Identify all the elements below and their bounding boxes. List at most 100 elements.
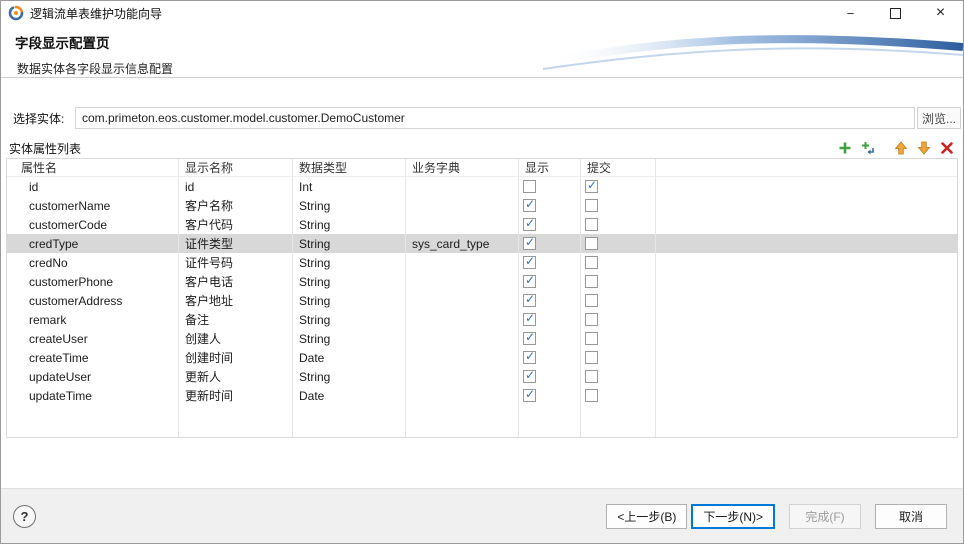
business-dict-cell	[406, 177, 519, 196]
column-header[interactable]: 数据类型	[293, 159, 406, 177]
show-checkbox[interactable]	[523, 256, 536, 269]
submit-checkbox[interactable]	[585, 199, 598, 212]
table-row[interactable]: customerCode客户代码String	[7, 215, 957, 234]
submit-checkbox[interactable]	[585, 256, 598, 269]
table-row[interactable]: createTime创建时间Date	[7, 348, 957, 367]
move-up-icon[interactable]	[893, 140, 909, 156]
show-checkbox[interactable]	[523, 180, 536, 193]
empty-cell	[7, 405, 179, 437]
page-subtitle: 数据实体各字段显示信息配置	[1, 52, 963, 77]
empty-cell	[656, 196, 957, 215]
cancel-button[interactable]: 取消	[875, 504, 947, 529]
show-checkbox[interactable]	[523, 218, 536, 231]
show-checkbox[interactable]	[523, 237, 536, 250]
empty-cell	[656, 405, 957, 437]
wizard-banner: 字段显示配置页 数据实体各字段显示信息配置	[1, 25, 963, 78]
empty-cell	[406, 405, 519, 437]
submit-checkbox-cell	[581, 310, 656, 329]
empty-cell	[656, 253, 957, 272]
add-icon[interactable]	[837, 140, 853, 156]
business-dict-cell	[406, 291, 519, 310]
data-type-cell: String	[293, 367, 406, 386]
column-header[interactable]: 显示	[519, 159, 581, 177]
data-type-cell: String	[293, 291, 406, 310]
empty-cell	[656, 348, 957, 367]
show-checkbox-cell	[519, 234, 581, 253]
business-dict-cell	[406, 196, 519, 215]
column-header[interactable]: 属性名	[7, 159, 179, 177]
display-name-cell: 证件号码	[179, 253, 293, 272]
show-checkbox-cell	[519, 196, 581, 215]
submit-checkbox[interactable]	[585, 294, 598, 307]
table-row[interactable]: customerName客户名称String	[7, 196, 957, 215]
column-header[interactable]: 业务字典	[406, 159, 519, 177]
empty-cell	[293, 405, 406, 437]
table-row[interactable]: customerPhone客户电话String	[7, 272, 957, 291]
browse-button[interactable]: 浏览...	[917, 107, 961, 129]
show-checkbox-cell	[519, 310, 581, 329]
page-title: 字段显示配置页	[1, 25, 963, 52]
show-checkbox[interactable]	[523, 332, 536, 345]
submit-checkbox-cell	[581, 215, 656, 234]
table-row[interactable]: customerAddress客户地址String	[7, 291, 957, 310]
display-name-cell: 客户电话	[179, 272, 293, 291]
help-button[interactable]	[13, 505, 36, 528]
empty-cell	[656, 291, 957, 310]
show-checkbox[interactable]	[523, 294, 536, 307]
table-row[interactable]: ididInt	[7, 177, 957, 196]
delete-icon[interactable]	[939, 140, 955, 156]
table-row[interactable]: createUser创建人String	[7, 329, 957, 348]
show-checkbox[interactable]	[523, 370, 536, 383]
display-name-cell: 更新时间	[179, 386, 293, 405]
submit-checkbox[interactable]	[585, 313, 598, 326]
data-type-cell: Date	[293, 348, 406, 367]
table-toolbar	[837, 140, 955, 156]
table-row[interactable]: updateTime更新时间Date	[7, 386, 957, 405]
submit-checkbox[interactable]	[585, 389, 598, 402]
show-checkbox[interactable]	[523, 389, 536, 402]
property-name-cell: credNo	[7, 253, 179, 272]
window-title: 逻辑流单表维护功能向导	[30, 5, 162, 22]
show-checkbox[interactable]	[523, 275, 536, 288]
submit-checkbox[interactable]	[585, 237, 598, 250]
submit-checkbox-cell	[581, 234, 656, 253]
show-checkbox-cell	[519, 386, 581, 405]
entity-input[interactable]	[75, 107, 915, 129]
table-row[interactable]: credNo证件号码String	[7, 253, 957, 272]
insert-icon[interactable]	[860, 140, 876, 156]
submit-checkbox[interactable]	[585, 351, 598, 364]
submit-checkbox[interactable]	[585, 218, 598, 231]
submit-checkbox[interactable]	[585, 180, 598, 193]
submit-checkbox[interactable]	[585, 370, 598, 383]
table-filler-row	[7, 405, 957, 437]
submit-checkbox[interactable]	[585, 275, 598, 288]
submit-checkbox-cell	[581, 272, 656, 291]
minimize-button[interactable]	[828, 1, 873, 25]
display-name-cell: 备注	[179, 310, 293, 329]
column-header-empty	[656, 159, 957, 177]
table-row[interactable]: credType证件类型Stringsys_card_type	[7, 234, 957, 253]
footer-buttons: <上一步(B) 下一步(N)> 完成(F) 取消	[606, 504, 947, 529]
submit-checkbox-cell	[581, 386, 656, 405]
submit-checkbox[interactable]	[585, 332, 598, 345]
entity-row: 选择实体: 浏览...	[13, 105, 961, 131]
show-checkbox[interactable]	[523, 313, 536, 326]
table-row[interactable]: remark备注String	[7, 310, 957, 329]
back-button[interactable]: <上一步(B)	[606, 504, 687, 529]
move-down-icon[interactable]	[916, 140, 932, 156]
column-header[interactable]: 提交	[581, 159, 656, 177]
wizard-dialog: 逻辑流单表维护功能向导 字段显示配置页 数据实体各字段显示信息配置 选择实体: …	[0, 0, 964, 544]
column-header[interactable]: 显示名称	[179, 159, 293, 177]
business-dict-cell	[406, 215, 519, 234]
close-button[interactable]	[918, 1, 963, 25]
maximize-button[interactable]	[873, 1, 918, 25]
property-name-cell: createTime	[7, 348, 179, 367]
table-row[interactable]: updateUser更新人String	[7, 367, 957, 386]
next-button[interactable]: 下一步(N)>	[691, 504, 775, 529]
show-checkbox[interactable]	[523, 351, 536, 364]
display-name-cell: 证件类型	[179, 234, 293, 253]
property-name-cell: createUser	[7, 329, 179, 348]
show-checkbox[interactable]	[523, 199, 536, 212]
empty-cell	[656, 386, 957, 405]
submit-checkbox-cell	[581, 177, 656, 196]
